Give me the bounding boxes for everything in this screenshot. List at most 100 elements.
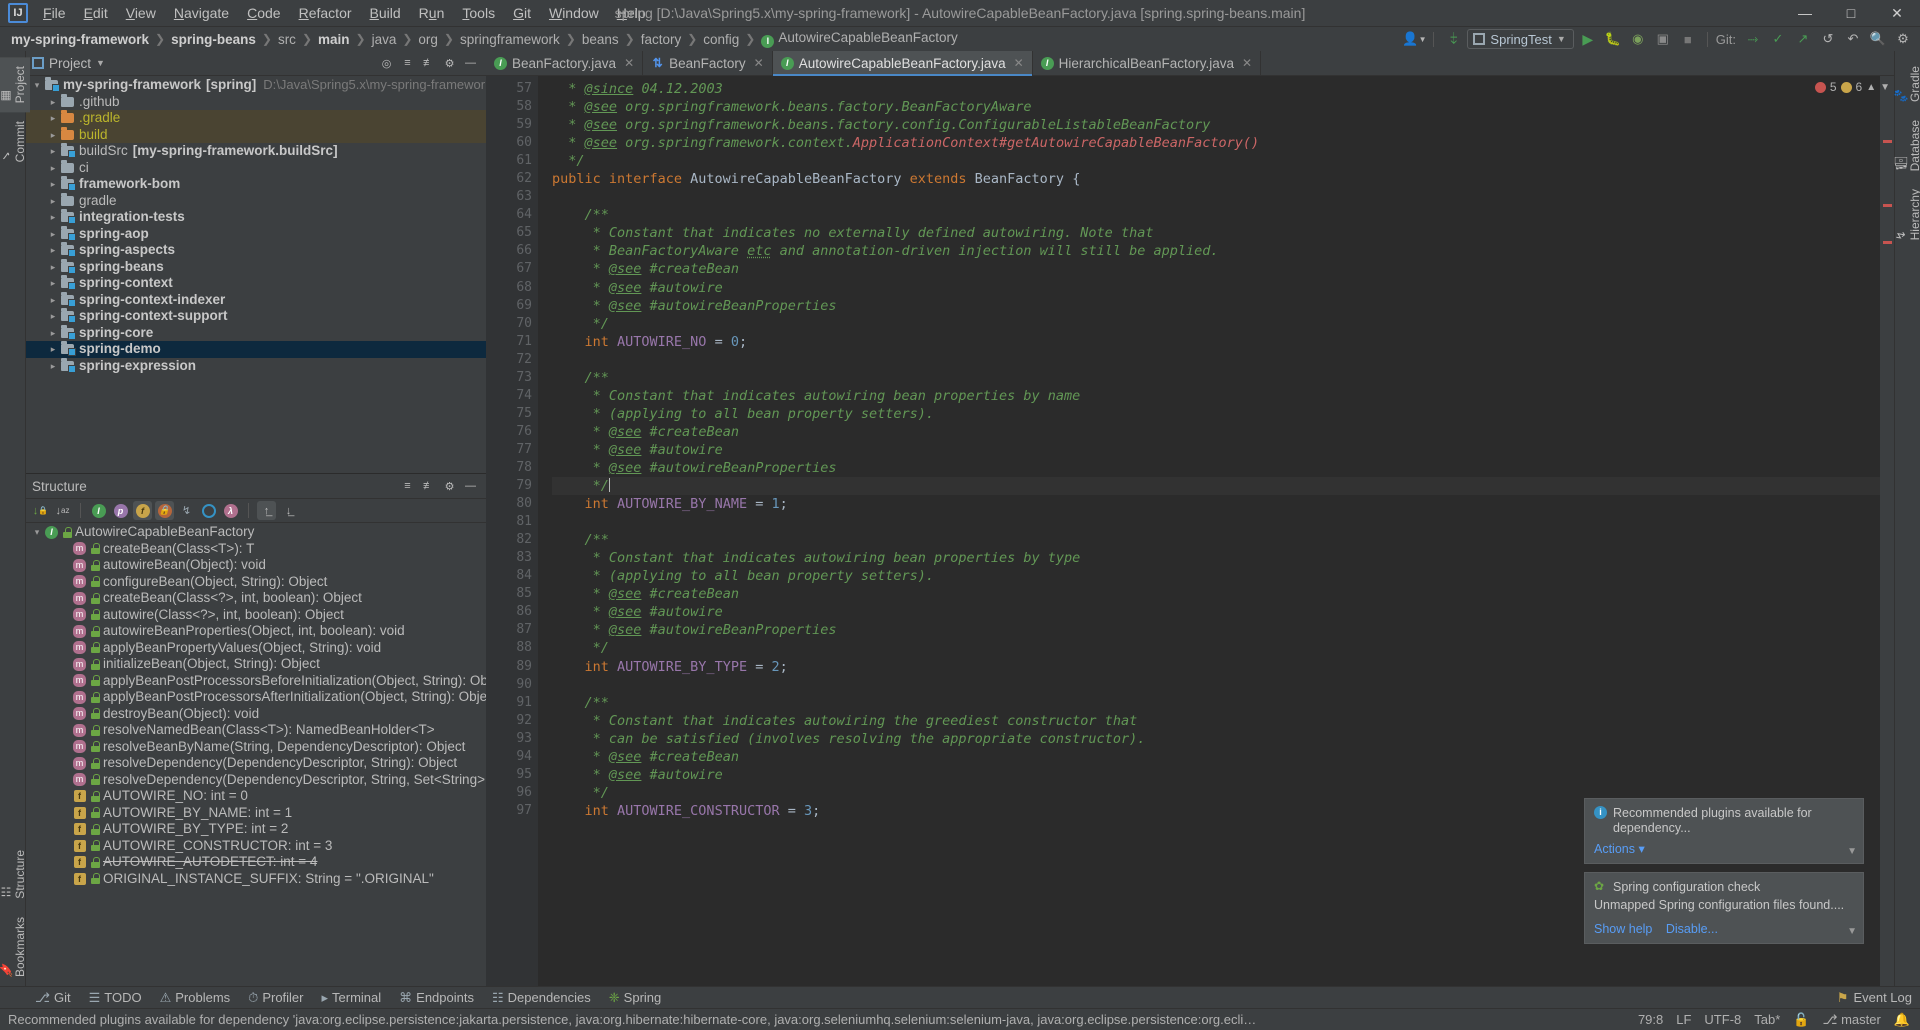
line-number[interactable]: 86: [486, 603, 538, 621]
tool-window-dependencies[interactable]: ☷ Dependencies: [483, 988, 600, 1008]
code-line[interactable]: * @see #createBean: [552, 585, 1880, 603]
line-number[interactable]: 80: [486, 495, 538, 513]
code-line[interactable]: */: [552, 639, 1880, 657]
show-non-public-icon[interactable]: 🔒: [155, 501, 174, 520]
line-number[interactable]: 96: [486, 784, 538, 802]
strip-tab-database[interactable]: 🗃 Database: [1891, 111, 1920, 180]
debug-icon[interactable]: 🐛: [1602, 29, 1624, 49]
structure-tree-row[interactable]: f AUTOWIRE_NO: int = 0: [26, 788, 486, 805]
git-update-icon[interactable]: ⤑: [1742, 29, 1764, 49]
sort-alphabetically-icon[interactable]: ↓ az: [53, 501, 72, 520]
tree-expand-arrow[interactable]: [46, 193, 60, 210]
structure-tree-row[interactable]: m autowire(Class<?>, int, boolean): Objec…: [26, 607, 486, 624]
tree-expand-arrow[interactable]: [46, 143, 60, 160]
code-editor[interactable]: 5758596061┗62◉6364┌656667686970┗717273≡7…: [486, 76, 1894, 986]
close-icon[interactable]: ✕: [1242, 56, 1252, 70]
line-number[interactable]: 78: [486, 459, 538, 477]
line-number[interactable]: 79: [486, 477, 538, 495]
code-line[interactable]: * Constant that indicates autowiring bea…: [552, 549, 1880, 567]
code-line[interactable]: * @see #autowireBeanProperties: [552, 297, 1880, 315]
breadcrumb-item[interactable]: beans: [577, 31, 624, 48]
code-line[interactable]: * @see #autowire: [552, 441, 1880, 459]
code-line[interactable]: * @see #autowire: [552, 279, 1880, 297]
line-number[interactable]: 77: [486, 441, 538, 459]
event-log-label[interactable]: Event Log: [1853, 990, 1912, 1005]
code-line[interactable]: * @see #autowireBeanProperties: [552, 621, 1880, 639]
tree-expand-arrow[interactable]: [46, 160, 60, 177]
strip-tab-project[interactable]: ▦ Project: [0, 57, 30, 113]
code-line[interactable]: * @since 04.12.2003: [552, 80, 1880, 98]
tool-window-endpoints[interactable]: ⌘ Endpoints: [390, 988, 483, 1008]
line-number[interactable]: 81: [486, 513, 538, 531]
tree-expand-arrow[interactable]: [46, 110, 60, 127]
code-line[interactable]: * @see #createBean: [552, 260, 1880, 278]
structure-tree-row[interactable]: m createBean(Class<?>, int, boolean): Obj…: [26, 590, 486, 607]
code-line[interactable]: * (applying to all bean property setters…: [552, 567, 1880, 585]
stop-icon[interactable]: ■: [1677, 29, 1699, 49]
editor-tab[interactable]: I AutowireCapableBeanFactory.java ✕: [772, 51, 1033, 76]
code-line[interactable]: * @see #createBean: [552, 748, 1880, 766]
tool-window-spring[interactable]: ❈ Spring: [600, 988, 670, 1008]
code-line[interactable]: [552, 351, 1880, 369]
strip-tab-gradle[interactable]: 🐾 Gradle: [1891, 57, 1920, 111]
project-tree-row[interactable]: spring-beans: [26, 259, 486, 276]
settings-icon[interactable]: ⚙: [440, 54, 459, 73]
line-number[interactable]: 92: [486, 712, 538, 730]
project-tree-row[interactable]: ci: [26, 160, 486, 177]
code-line[interactable]: * Constant that indicates autowiring the…: [552, 712, 1880, 730]
breadcrumb-item[interactable]: main: [313, 31, 355, 48]
line-number[interactable]: 62◉: [486, 170, 547, 188]
project-tree-row[interactable]: integration-tests: [26, 209, 486, 226]
structure-tree-row[interactable]: m autowireBeanProperties(Object, int, boo…: [26, 623, 486, 640]
line-number[interactable]: 94: [486, 748, 538, 766]
chevron-down-icon[interactable]: ▼: [1847, 846, 1857, 857]
line-number[interactable]: 76: [486, 423, 538, 441]
line-number[interactable]: 68: [486, 279, 538, 297]
structure-tree-row[interactable]: f AUTOWIRE_CONSTRUCTOR: int = 3: [26, 838, 486, 855]
code-line[interactable]: int AUTOWIRE_BY_TYPE = 2;: [552, 658, 1880, 676]
expand-all-icon[interactable]: ↑̲: [257, 501, 276, 520]
code-line[interactable]: /**: [552, 531, 1880, 549]
line-number[interactable]: 59: [486, 116, 538, 134]
project-tree-row[interactable]: spring-context-indexer: [26, 292, 486, 309]
status-message[interactable]: Recommended plugins available for depend…: [8, 1012, 1258, 1027]
code-line[interactable]: * @see org.springframework.beans.factory…: [552, 98, 1880, 116]
code-line[interactable]: public interface AutowireCapableBeanFact…: [552, 170, 1880, 188]
structure-tree-row[interactable]: m applyBeanPostProcessorsAfterInitializat…: [26, 689, 486, 706]
code-line[interactable]: /**: [552, 206, 1880, 224]
line-number[interactable]: 82┌: [486, 531, 546, 549]
tree-expand-arrow[interactable]: [46, 341, 60, 358]
notification-plugins[interactable]: i Recommended plugins available for depe…: [1584, 798, 1864, 864]
show-help-link[interactable]: Show help: [1594, 922, 1652, 936]
tree-expand-arrow[interactable]: [46, 94, 60, 111]
maximize-button[interactable]: □: [1828, 0, 1874, 27]
line-number[interactable]: 91┌: [486, 694, 546, 712]
structure-tree-row[interactable]: m destroyBean(Object): void: [26, 706, 486, 723]
menu-git[interactable]: Git: [504, 2, 540, 24]
run-icon[interactable]: ▶: [1577, 29, 1599, 49]
caret-position[interactable]: 79:8: [1638, 1012, 1663, 1027]
user-icon[interactable]: 👤 ▼: [1402, 29, 1426, 49]
line-number[interactable]: 67: [486, 260, 538, 278]
line-number[interactable]: 58: [486, 98, 538, 116]
show-properties-icon[interactable]: p: [111, 501, 130, 520]
chevron-down-icon[interactable]: ▼: [1847, 926, 1857, 937]
tree-expand-arrow[interactable]: [46, 358, 60, 375]
line-number[interactable]: 57: [486, 80, 538, 98]
structure-tree-row[interactable]: m autowireBean(Object): void: [26, 557, 486, 574]
profiler-icon[interactable]: ▣: [1652, 29, 1674, 49]
tree-expand-arrow[interactable]: [30, 524, 44, 541]
settings-icon[interactable]: ⚙: [1892, 29, 1914, 49]
run-configuration-selector[interactable]: SpringTest ▼: [1467, 29, 1574, 49]
structure-tree-row[interactable]: f ORIGINAL_INSTANCE_SUFFIX: String = ".OR…: [26, 871, 486, 888]
line-number[interactable]: 66: [486, 242, 538, 260]
structure-tree-row[interactable]: f AUTOWIRE_BY_TYPE: int = 2: [26, 821, 486, 838]
collapse-all-icon[interactable]: ≢: [419, 477, 438, 496]
settings-icon[interactable]: ⚙: [440, 477, 459, 496]
code-line[interactable]: * BeanFactoryAware etc and annotation-dr…: [552, 242, 1880, 260]
expand-all-icon[interactable]: ≡: [398, 54, 417, 73]
menu-window[interactable]: Window: [540, 2, 608, 24]
line-number[interactable]: 84: [486, 567, 538, 585]
project-tree[interactable]: my-spring-framework [spring] D:\Java\Sprin…: [26, 76, 486, 473]
line-number[interactable]: 75: [486, 405, 538, 423]
